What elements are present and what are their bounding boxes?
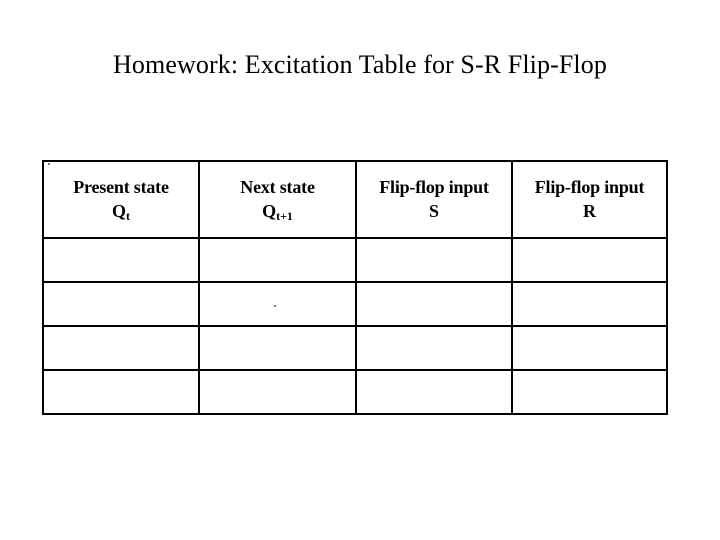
column-header-flipflop-input-s: Flip-flop input S (355, 160, 513, 239)
table-cell[interactable] (355, 369, 513, 415)
column-header-next-state: Next state Qt+1 (198, 160, 357, 239)
column-header-flipflop-input-r: Flip-flop input R (511, 160, 668, 239)
table-cell[interactable] (42, 237, 200, 283)
table-cell[interactable] (198, 325, 357, 371)
column-header-symbol: Qt+1 (200, 200, 355, 224)
table-cell[interactable] (42, 369, 200, 415)
symbol-base: R (583, 200, 596, 221)
column-header-label: Flip-flop input (379, 176, 489, 197)
symbol-subscript: t+1 (276, 208, 293, 223)
column-header-symbol: S (357, 200, 511, 224)
table-cell[interactable] (42, 281, 200, 327)
column-header-present-state: Present state Qt (42, 160, 200, 239)
excitation-table: Present state Qt Next state Qt+1 Flip-fl… (42, 160, 668, 415)
table-cell[interactable] (511, 281, 668, 327)
table-row (42, 237, 668, 283)
table-header-row: Present state Qt Next state Qt+1 Flip-fl… (42, 160, 668, 239)
table-cell[interactable] (511, 325, 668, 371)
table-cell[interactable] (198, 281, 357, 327)
symbol-base: Q (262, 200, 277, 221)
symbol-base: S (428, 200, 439, 221)
table-cell[interactable] (198, 237, 357, 283)
table-cell[interactable] (511, 237, 668, 283)
column-header-symbol: Qt (44, 200, 198, 224)
table-row (42, 281, 668, 327)
symbol-base: Q (111, 200, 126, 221)
page-title: Homework: Excitation Table for S-R Flip-… (113, 50, 607, 79)
scan-artifact-dot (48, 163, 50, 165)
column-header-label: Present state (73, 176, 169, 197)
table-cell[interactable] (355, 237, 513, 283)
column-header-label: Next state (240, 176, 315, 197)
table-cell[interactable] (355, 325, 513, 371)
column-header-symbol: R (513, 200, 666, 224)
table-row (42, 369, 668, 415)
column-header-label: Flip-flop input (534, 176, 645, 197)
table-row (42, 325, 668, 371)
table-cell[interactable] (355, 281, 513, 327)
table-cell[interactable] (511, 369, 668, 415)
table-cell[interactable] (198, 369, 357, 415)
symbol-subscript: t (126, 208, 130, 223)
table-cell[interactable] (42, 325, 200, 371)
scan-artifact-dot (274, 305, 276, 307)
slide-canvas: Homework: Excitation Table for S-R Flip-… (0, 0, 720, 540)
